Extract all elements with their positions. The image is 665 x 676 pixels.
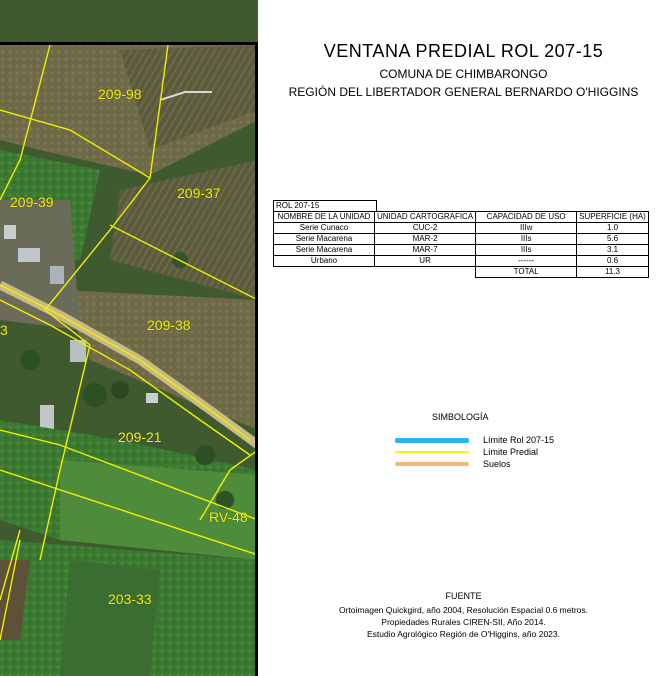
parcel-label-209-98: 209-98 xyxy=(98,86,142,102)
legend-label: Límite Rol 207-15 xyxy=(483,435,555,445)
table-row: Serie Cunaco CUC-2 IIIw 1.0 xyxy=(273,222,649,234)
legend-label: Límite Predial xyxy=(483,447,539,457)
cell-nombre: Serie Macarena xyxy=(273,244,375,256)
table-row: Serie Macarena MAR-2 IIIs 5.6 xyxy=(273,233,649,245)
map-right-border xyxy=(255,44,258,676)
region-subtitle: REGIÓN DEL LIBERTADOR GENERAL BERNARDO O… xyxy=(288,85,639,99)
cell-superficie: 5.6 xyxy=(576,233,649,245)
parcel-label-209-21: 209-21 xyxy=(118,429,162,445)
cell-capacidad: IIIs xyxy=(475,244,578,256)
legend-item-limite-rol: Límite Rol 207-15 xyxy=(395,434,595,446)
cell-nombre: Urbano xyxy=(273,255,375,267)
header-unidad: UNIDAD CARTOGRAFICA xyxy=(373,211,477,223)
table-total-row: TOTAL 11.3 xyxy=(274,266,649,278)
rol-cell: ROL 207-15 xyxy=(273,200,377,212)
cell-unidad: CUC-2 xyxy=(373,222,477,234)
cell-superficie: 3.1 xyxy=(576,244,649,256)
empty-cell xyxy=(274,267,375,278)
source-block: FUENTE Ortoimagen Quickgird, año 2004, R… xyxy=(262,590,665,640)
cell-capacidad: IIIs xyxy=(475,233,578,245)
title-block: VENTANA PREDIAL ROL 207-15 COMUNA DE CHI… xyxy=(262,40,665,100)
map-top-border xyxy=(0,42,258,45)
cell-superficie: 0.6 xyxy=(576,255,649,267)
cell-unidad: MAR-7 xyxy=(373,244,477,256)
map-panel[interactable]: 209-98 209-39 209-37 209-38 209-21 RV-48… xyxy=(0,0,258,676)
table-row: Urbano UR ------ 0.6 xyxy=(273,255,649,267)
header-superficie: SUPERFICIE (HA) xyxy=(576,211,649,223)
total-value: 11.3 xyxy=(576,266,649,278)
cell-capacidad: ------ xyxy=(475,255,578,267)
cell-unidad: UR xyxy=(373,255,477,267)
table-row: Serie Macarena MAR-7 IIIs 3.1 xyxy=(273,244,649,256)
cell-nombre: Serie Cunaco xyxy=(273,222,375,234)
parcel-label-203-33: 203-33 xyxy=(108,591,152,607)
commune-subtitle: COMUNA DE CHIMBARONGO xyxy=(379,67,548,81)
parcel-label-209-37: 209-37 xyxy=(177,185,221,201)
legend-title: SIMBOLOGÍA xyxy=(432,412,489,422)
header-nombre: NOMBRE DE LA UNIDAD xyxy=(273,211,375,223)
parcel-label-209-38: 209-38 xyxy=(147,317,191,333)
header-capacidad: CAPACIDAD DE USO xyxy=(475,211,578,223)
legend-swatch-blue xyxy=(395,438,469,443)
soil-table: NOMBRE DE LA UNIDAD UNIDAD CARTOGRAFICA … xyxy=(273,211,649,278)
parcel-label-partial: 3 xyxy=(0,322,8,338)
page-title: VENTANA PREDIAL ROL 207-15 xyxy=(323,41,604,61)
legend-label: Suelos xyxy=(483,459,511,469)
legend-swatch-yellow xyxy=(395,451,469,453)
table-header-row: NOMBRE DE LA UNIDAD UNIDAD CARTOGRAFICA … xyxy=(273,211,649,223)
parcel-label-209-39: 209-39 xyxy=(10,194,54,210)
source-line: Estudio Agrológico Región de O'Higgins, … xyxy=(366,629,560,639)
source-title: FUENTE xyxy=(445,591,482,601)
source-line: Ortoimagen Quickgird, año 2004, Resoluci… xyxy=(339,605,588,615)
legend-swatch-orange xyxy=(395,462,469,466)
source-line: Propiedades Rurales CIREN-SII, Año 2014. xyxy=(381,617,546,627)
total-label: TOTAL xyxy=(475,266,578,278)
parcel-label-rv-48: RV-48 xyxy=(209,509,248,525)
cell-nombre: Serie Macarena xyxy=(273,233,375,245)
legend-item-limite-predial: Límite Predial xyxy=(395,446,595,458)
cell-capacidad: IIIw xyxy=(475,222,578,234)
cell-unidad: MAR-2 xyxy=(373,233,477,245)
empty-cell xyxy=(375,267,476,278)
cell-superficie: 1.0 xyxy=(576,222,649,234)
legend-item-suelos: Suelos xyxy=(395,458,595,470)
